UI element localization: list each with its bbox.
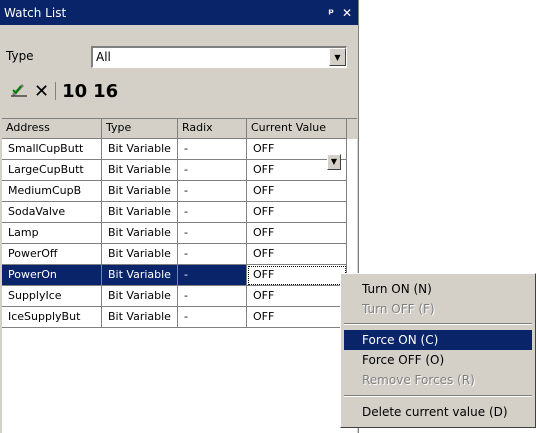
type-dropdown-value: All bbox=[96, 50, 111, 64]
menu-item-delete-current-value[interactable]: Delete current value (D) bbox=[344, 402, 532, 422]
table-row[interactable]: SodaValve Bit Variable - OFF bbox=[2, 202, 357, 223]
address-cell[interactable]: Lamp bbox=[2, 223, 102, 244]
column-header-type[interactable]: Type bbox=[102, 119, 178, 139]
chevron-down-icon[interactable]: ▼ bbox=[329, 48, 346, 66]
address-cell[interactable]: SodaValve bbox=[2, 202, 102, 223]
table-row[interactable]: Lamp Bit Variable - OFF bbox=[2, 223, 357, 244]
radix-cell[interactable]: - bbox=[178, 265, 247, 286]
type-cell[interactable]: Bit Variable bbox=[102, 286, 178, 307]
close-icon[interactable]: ✕ bbox=[342, 6, 352, 20]
type-filter-row: Type All ▼ bbox=[2, 36, 358, 70]
hex-radix-button[interactable]: 16 bbox=[93, 81, 118, 102]
pencil-check-icon[interactable] bbox=[10, 80, 28, 103]
address-cell[interactable]: MediumCupB bbox=[2, 181, 102, 202]
menu-item-remove-forces: Remove Forces (R) bbox=[362, 373, 475, 387]
radix-cell[interactable]: - bbox=[178, 202, 247, 223]
delete-icon[interactable]: ✕ bbox=[34, 81, 49, 102]
address-cell[interactable]: IceSupplyBut bbox=[2, 307, 102, 328]
toolbar-separator bbox=[55, 82, 57, 100]
radix-cell[interactable]: - bbox=[178, 307, 247, 328]
table-row[interactable]: PowerOff Bit Variable - OFF bbox=[2, 244, 357, 265]
radix-cell[interactable]: - bbox=[178, 181, 247, 202]
column-header-radix[interactable]: Radix bbox=[178, 119, 247, 139]
decimal-radix-button[interactable]: 10 bbox=[62, 81, 87, 102]
value-cell[interactable]: OFF bbox=[247, 265, 347, 286]
menu-item-turn-off: Turn OFF (F) bbox=[362, 302, 435, 316]
table-row[interactable]: MediumCupB Bit Variable - OFF bbox=[2, 181, 357, 202]
value-cell[interactable]: OFF bbox=[247, 286, 347, 307]
value-cell[interactable]: OFF bbox=[247, 181, 347, 202]
type-dropdown[interactable]: All ▼ bbox=[91, 46, 347, 68]
table-row[interactable]: SmallCupButt Bit Variable - OFF bbox=[2, 139, 357, 160]
pin-icon[interactable]: ᵖ bbox=[328, 6, 334, 20]
menu-item-turn-on[interactable]: Turn ON (N) bbox=[344, 279, 532, 299]
watch-list-panel: Watch List ᵖ ✕ Type All ▼ ✕ 10 16 Addres… bbox=[0, 0, 359, 433]
window-title: Watch List bbox=[4, 5, 67, 20]
radix-cell[interactable]: - bbox=[178, 139, 247, 160]
type-cell[interactable]: Bit Variable bbox=[102, 223, 178, 244]
type-cell[interactable]: Bit Variable bbox=[102, 139, 178, 160]
table-row[interactable]: SupplyIce Bit Variable - OFF bbox=[2, 286, 357, 307]
toolbar: ✕ 10 16 bbox=[2, 74, 358, 108]
type-cell[interactable]: Bit Variable bbox=[102, 307, 178, 328]
address-cell[interactable]: LargeCupButt bbox=[2, 160, 102, 181]
type-label: Type bbox=[6, 49, 34, 63]
address-cell[interactable]: SmallCupButt bbox=[2, 139, 102, 160]
watch-grid[interactable]: Address Type Radix Current Value SmallCu… bbox=[2, 118, 357, 433]
table-row[interactable]: IceSupplyBut Bit Variable - OFF bbox=[2, 307, 357, 328]
type-cell[interactable]: Bit Variable bbox=[102, 265, 178, 286]
value-cell[interactable]: OFF bbox=[247, 202, 347, 223]
type-cell[interactable]: Bit Variable bbox=[102, 244, 178, 265]
type-cell[interactable]: Bit Variable bbox=[102, 181, 178, 202]
address-cell[interactable]: SupplyIce bbox=[2, 286, 102, 307]
radix-cell[interactable]: - bbox=[178, 244, 247, 265]
value-cell[interactable]: OFF bbox=[247, 223, 347, 244]
menu-separator bbox=[344, 395, 532, 397]
title-bar: Watch List ᵖ ✕ bbox=[0, 0, 358, 25]
radix-cell[interactable]: - bbox=[178, 286, 247, 307]
address-cell[interactable]: PowerOn bbox=[2, 265, 102, 286]
column-header-address[interactable]: Address bbox=[2, 119, 102, 139]
menu-item-force-on[interactable]: Force ON (C) bbox=[344, 330, 532, 350]
context-menu: Turn ON (N) Turn OFF (F) Force ON (C) Fo… bbox=[340, 273, 536, 428]
column-header-current-value[interactable]: Current Value bbox=[247, 119, 347, 139]
value-cell[interactable]: OFF bbox=[247, 244, 347, 265]
table-row-selected[interactable]: PowerOn Bit Variable - OFF bbox=[2, 265, 357, 286]
address-cell[interactable]: PowerOff bbox=[2, 244, 102, 265]
menu-item-force-off[interactable]: Force OFF (O) bbox=[344, 350, 532, 370]
radix-cell[interactable]: - bbox=[178, 160, 247, 181]
value-edit-dropdown-button[interactable]: ▼ bbox=[327, 154, 341, 170]
grid-header: Address Type Radix Current Value bbox=[2, 119, 357, 139]
radix-cell[interactable]: - bbox=[178, 223, 247, 244]
value-cell[interactable]: OFF bbox=[247, 307, 347, 328]
menu-separator bbox=[344, 323, 532, 325]
table-row[interactable]: LargeCupButt Bit Variable - OFF bbox=[2, 160, 357, 181]
type-cell[interactable]: Bit Variable bbox=[102, 160, 178, 181]
type-cell[interactable]: Bit Variable bbox=[102, 202, 178, 223]
